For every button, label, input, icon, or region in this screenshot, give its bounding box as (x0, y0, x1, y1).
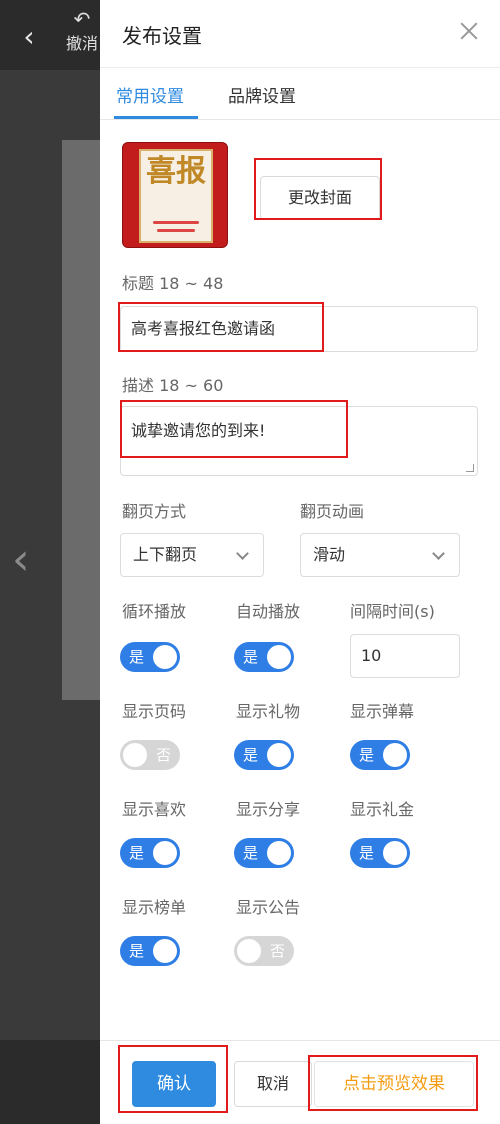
toggle-label-share: 显示分享 (236, 800, 301, 819)
page-turn-select[interactable]: 上下翻页 (120, 533, 264, 577)
panel-footer: 确认 取消 点击预览效果 (100, 1040, 500, 1124)
description-textarea[interactable]: 诚挚邀请您的到来! (120, 406, 478, 476)
toggle-knob (383, 743, 407, 767)
description-label: 描述 18 ~ 60 (122, 376, 224, 395)
page-turn-value: 上下翻页 (133, 545, 198, 564)
cover-decor-line (157, 229, 195, 232)
tab-bar: 常用设置 品牌设置 (100, 68, 500, 120)
publish-settings-panel: 发布设置 常用设置 品牌设置 喜报 更改封面 标题 18 ~ 48 高考喜报红色… (100, 0, 500, 1124)
toggle-state: 是 (359, 844, 375, 862)
toggle-state: 否 (155, 746, 171, 764)
chevron-left-icon[interactable]: ‹ (14, 22, 44, 52)
cover-image-text: 喜报 (146, 154, 206, 189)
interval-label: 间隔时间(s) (350, 602, 435, 621)
page-turn-label: 翻页方式 (122, 502, 187, 521)
title-input[interactable]: 高考喜报红色邀请函 (120, 306, 478, 352)
interval-input[interactable]: 10 (350, 634, 460, 678)
toggle-knob (383, 841, 407, 865)
tab-brand-settings[interactable]: 品牌设置 (228, 82, 296, 107)
description-text: 诚挚邀请您的到来! (131, 421, 266, 440)
cover-image: 喜报 (122, 142, 228, 248)
announcement-toggle[interactable]: 否 (234, 936, 294, 966)
chevron-down-icon (432, 547, 445, 560)
cancel-button[interactable]: 取消 (234, 1061, 312, 1107)
toggle-label-gift-money: 显示礼金 (350, 800, 415, 819)
toggle-label-ranking: 显示榜单 (122, 898, 187, 917)
panel-title: 发布设置 (122, 24, 202, 48)
toggle-state: 是 (129, 844, 145, 862)
toggle-state: 否 (269, 942, 285, 960)
share-toggle[interactable]: 是 (234, 838, 294, 868)
toggle-label-like: 显示喜欢 (122, 800, 187, 819)
resize-grip-icon[interactable] (466, 464, 474, 472)
page-animation-label: 翻页动画 (300, 502, 365, 521)
close-icon[interactable] (458, 20, 480, 42)
toggle-knob (267, 645, 291, 669)
toggle-knob (267, 841, 291, 865)
loop-toggle[interactable]: 是 (120, 642, 180, 672)
tab-common-settings[interactable]: 常用设置 (116, 82, 184, 107)
confirm-button[interactable]: 确认 (132, 1061, 216, 1107)
gift-money-toggle[interactable]: 是 (350, 838, 410, 868)
toggle-label-loop: 循环播放 (122, 602, 187, 621)
like-toggle[interactable]: 是 (120, 838, 180, 868)
toggle-knob (153, 841, 177, 865)
page-animation-value: 滑动 (313, 545, 346, 564)
toggle-state: 是 (359, 746, 375, 764)
undo-label: 撤消 (65, 34, 98, 53)
gift-toggle[interactable]: 是 (234, 740, 294, 770)
toggle-knob (153, 939, 177, 963)
change-cover-button[interactable]: 更改封面 (260, 176, 380, 220)
danmaku-toggle[interactable]: 是 (350, 740, 410, 770)
undo-button[interactable]: ↶ 撤消 (62, 8, 102, 54)
toggle-state: 是 (243, 648, 259, 666)
toggle-label-danmaku: 显示弹幕 (350, 702, 415, 721)
toggle-label-page-number: 显示页码 (122, 702, 187, 721)
toggle-label-gift: 显示礼物 (236, 702, 301, 721)
page-number-toggle[interactable]: 否 (120, 740, 180, 770)
toggle-knob (237, 939, 261, 963)
toggle-state: 是 (243, 844, 259, 862)
active-tab-indicator (114, 116, 198, 119)
title-label: 标题 18 ~ 48 (122, 274, 224, 293)
chevron-down-icon (236, 547, 249, 560)
prev-page-icon[interactable]: ‹ (12, 535, 30, 585)
panel-header: 发布设置 (100, 0, 500, 68)
toggle-state: 是 (243, 746, 259, 764)
toggle-state: 是 (129, 648, 145, 666)
undo-icon: ↶ (73, 7, 91, 31)
autoplay-toggle[interactable]: 是 (234, 642, 294, 672)
toggle-state: 是 (129, 942, 145, 960)
cover-image-card: 喜报 (139, 149, 213, 243)
toggle-knob (123, 743, 147, 767)
toggle-label-announcement: 显示公告 (236, 898, 301, 917)
page-animation-select[interactable]: 滑动 (300, 533, 460, 577)
toggle-knob (267, 743, 291, 767)
toggle-knob (153, 645, 177, 669)
cover-decor-line (153, 221, 199, 224)
preview-button[interactable]: 点击预览效果 (314, 1061, 474, 1107)
toggle-label-autoplay: 自动播放 (236, 602, 301, 621)
ranking-toggle[interactable]: 是 (120, 936, 180, 966)
